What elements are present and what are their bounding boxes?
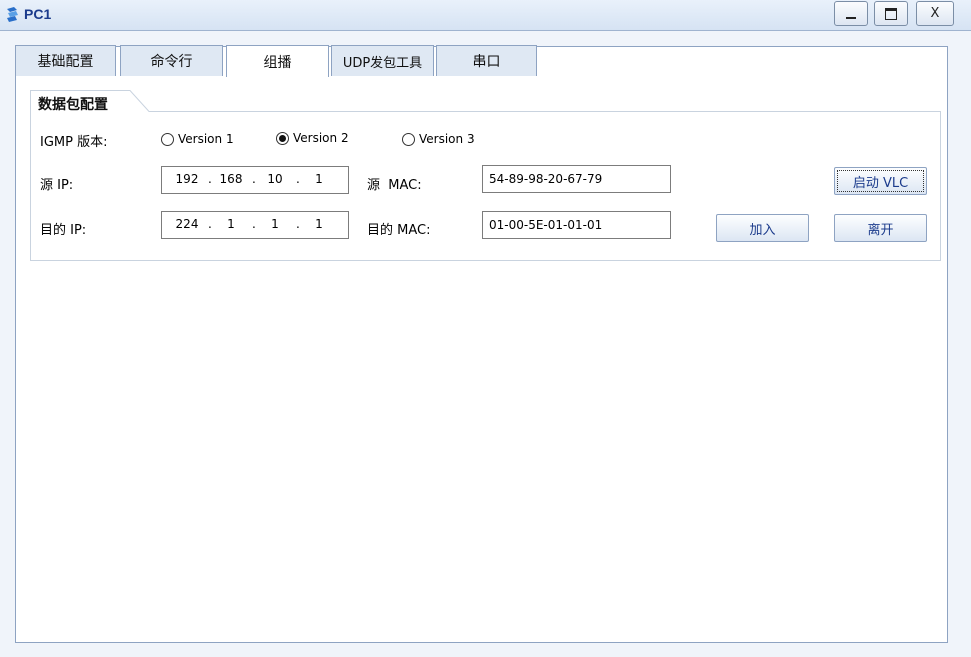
source-mac-value: 54-89-98-20-67-79 (489, 172, 603, 186)
minimize-icon (846, 16, 856, 19)
destination-mac-label: 目的 MAC: (367, 223, 431, 238)
start-vlc-button[interactable]: 启动 VLC (834, 167, 927, 195)
ip-octet: 1 (315, 172, 323, 186)
igmp-version-label: IGMP 版本: (40, 135, 108, 150)
radio-unchecked-icon (402, 132, 415, 146)
igmp-version-2-radio[interactable]: Version 2 (276, 131, 349, 145)
maximize-icon (885, 7, 897, 20)
window-title: PC1 (24, 6, 52, 22)
source-ip-label: 源 IP: (40, 178, 74, 193)
radio-unchecked-icon (161, 132, 174, 146)
ip-octet: 192 (175, 172, 199, 186)
source-mac-label: 源 MAC: (367, 178, 422, 193)
tab-command-line[interactable]: 命令行 (120, 45, 223, 76)
tab-label: 组播 (263, 54, 292, 71)
maximize-button[interactable] (874, 1, 908, 26)
tab-udp-tool[interactable]: UDP发包工具 (331, 45, 434, 76)
join-button[interactable]: 加入 (716, 214, 809, 242)
destination-mac-value: 01-00-5E-01-01-01 (489, 218, 603, 232)
ip-octet: 168 (219, 172, 243, 186)
tab-label: UDP发包工具 (342, 55, 423, 71)
group-top-border (149, 111, 941, 112)
button-label: 加入 (749, 222, 776, 238)
ip-octet: 1 (227, 217, 235, 231)
tab-label: 基础配置 (37, 54, 94, 70)
source-mac-input[interactable]: 54-89-98-20-67-79 (482, 165, 671, 193)
igmp-version-1-radio[interactable]: Version 1 (161, 132, 234, 146)
destination-ip-input[interactable]: 224 . 1 . 1 . 1 (161, 211, 349, 239)
button-label: 离开 (867, 222, 894, 238)
tab-label: 命令行 (150, 54, 193, 70)
destination-mac-input[interactable]: 01-00-5E-01-01-01 (482, 211, 671, 239)
tab-basic-config[interactable]: 基础配置 (15, 45, 116, 76)
leave-button[interactable]: 离开 (834, 214, 927, 242)
ip-octet: 1 (315, 217, 323, 231)
tab-multicast[interactable]: 组播 (226, 45, 329, 77)
igmp-version-3-radio[interactable]: Version 3 (402, 132, 475, 146)
ip-octet: 224 (175, 217, 199, 231)
close-button[interactable]: X (916, 1, 954, 26)
ip-octet: 10 (267, 172, 283, 186)
close-icon: X (930, 6, 940, 21)
packet-config-title: 数据包配置 (38, 97, 108, 113)
button-label: 启动 VLC (852, 175, 909, 191)
tab-label: 串口 (472, 54, 501, 70)
ip-octet: 1 (271, 217, 279, 231)
pc-app-icon (7, 7, 18, 22)
radio-checked-icon (276, 131, 289, 145)
destination-ip-label: 目的 IP: (40, 223, 87, 238)
radio-label: Version 3 (419, 132, 475, 146)
title-bar: PC1 X (0, 0, 971, 31)
minimize-button[interactable] (834, 1, 868, 26)
radio-label: Version 2 (293, 131, 349, 145)
tab-serial[interactable]: 串口 (436, 45, 537, 76)
radio-label: Version 1 (178, 132, 234, 146)
source-ip-input[interactable]: 192 . 168 . 10 . 1 (161, 166, 349, 194)
